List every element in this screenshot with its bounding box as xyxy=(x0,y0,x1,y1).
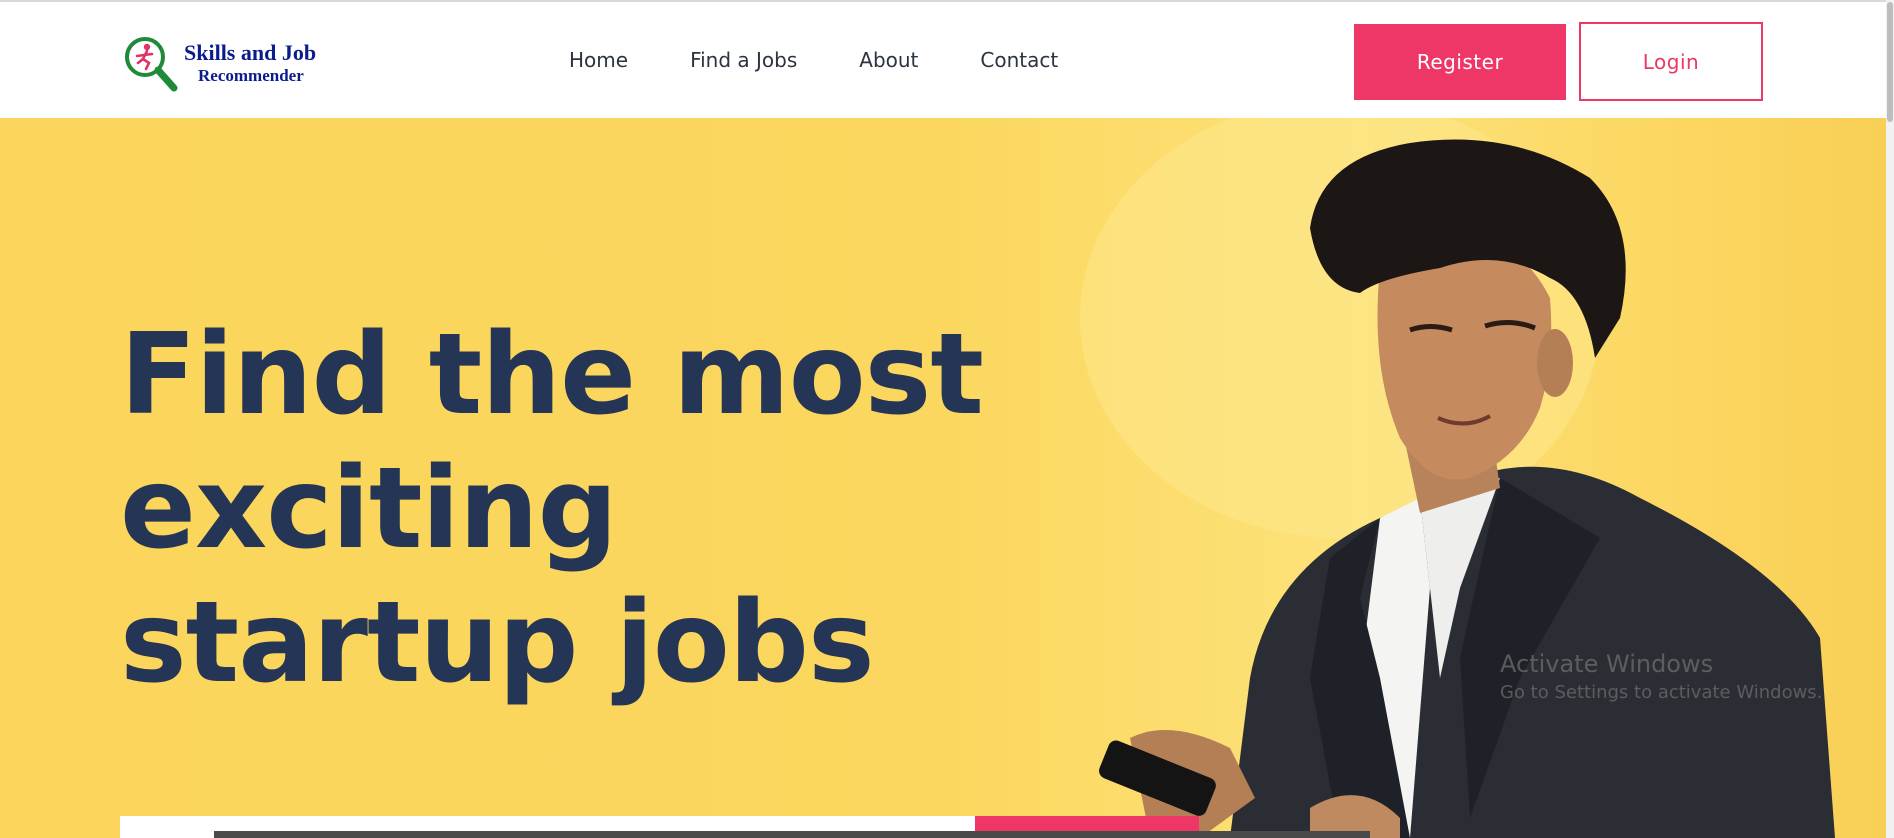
logo-line-2: Recommender xyxy=(198,66,304,85)
hero-title: Find the most exciting startup jobs xyxy=(120,308,1020,710)
hero-title-line-3: startup jobs xyxy=(120,578,875,708)
nav-find-jobs[interactable]: Find a Jobs xyxy=(690,48,797,72)
hero-person-image xyxy=(1080,118,1880,838)
activate-windows-watermark: Activate Windows Go to Settings to activ… xyxy=(1500,650,1822,703)
scrollbar-thumb[interactable] xyxy=(1887,2,1893,122)
hero-section: Find the most exciting startup jobs xyxy=(0,118,1894,838)
main-nav: Home Find a Jobs About Contact xyxy=(569,48,1058,72)
login-button[interactable]: Login xyxy=(1579,22,1763,101)
logo-line-1: Skills and Job xyxy=(184,40,317,65)
register-button[interactable]: Register xyxy=(1354,24,1566,100)
logo-magnifier-icon xyxy=(122,33,180,93)
page-scrollbar[interactable] xyxy=(1886,0,1894,838)
site-header: Skills and Job Recommender Home Find a J… xyxy=(0,0,1894,118)
watermark-title: Activate Windows xyxy=(1500,650,1714,678)
logo-text: Skills and Job Recommender xyxy=(184,40,317,85)
site-logo[interactable]: Skills and Job Recommender xyxy=(122,32,332,94)
hero-title-line-1: Find the most xyxy=(120,310,984,440)
overlay-bar xyxy=(214,831,1370,838)
watermark-subtitle: Go to Settings to activate Windows. xyxy=(1500,682,1823,703)
nav-about[interactable]: About xyxy=(859,48,918,72)
nav-contact[interactable]: Contact xyxy=(980,48,1058,72)
nav-home[interactable]: Home xyxy=(569,48,628,72)
hero-title-line-2: exciting xyxy=(120,444,618,574)
